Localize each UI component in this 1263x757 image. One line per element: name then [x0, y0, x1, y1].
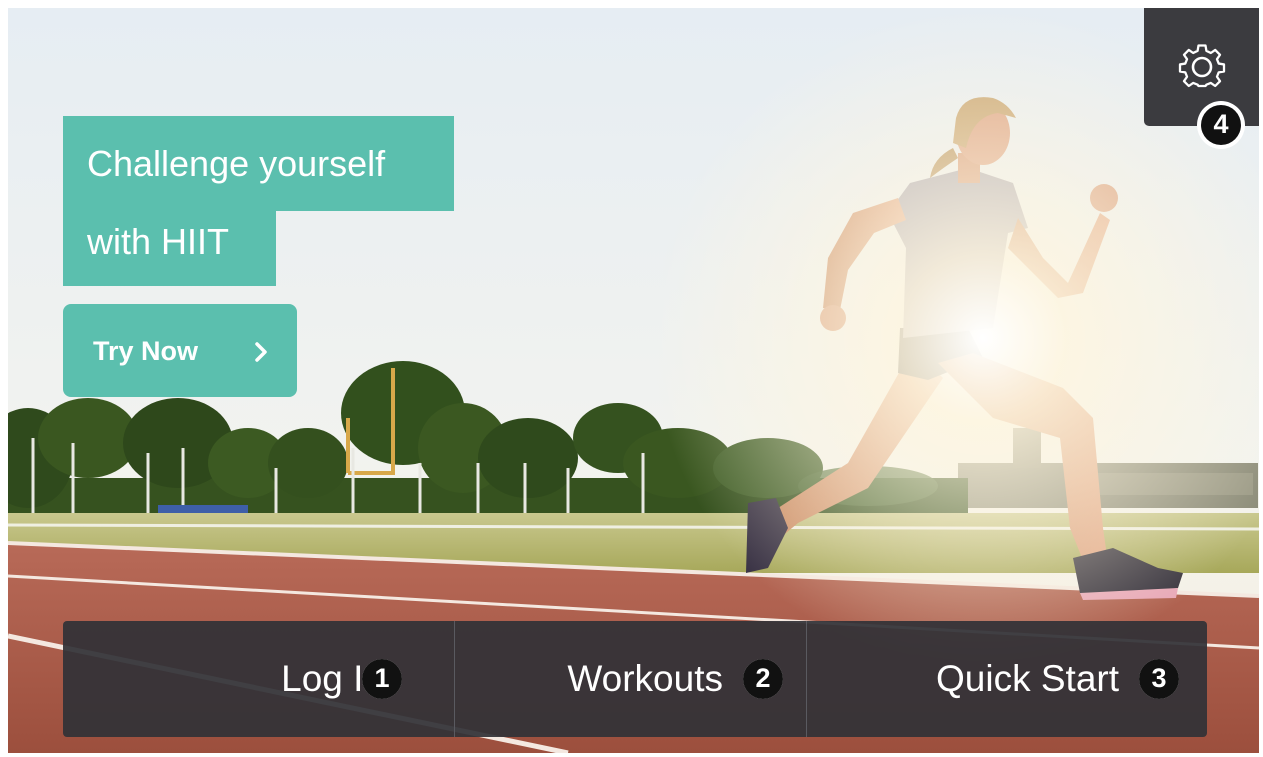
- bottom-nav-bar: Log In 1 Workouts 2 Quick Start 3: [63, 621, 1207, 737]
- workouts-label: Workouts: [567, 658, 723, 699]
- callout-badge-2: 2: [743, 659, 783, 699]
- headline-line-1-text: Challenge yourself: [87, 143, 386, 184]
- quick-start-label: Quick Start: [936, 658, 1119, 699]
- quick-start-button[interactable]: Quick Start 3: [807, 621, 1207, 737]
- callout-badge-3-text: 3: [1151, 663, 1167, 693]
- log-in-button[interactable]: Log In 1: [63, 621, 454, 737]
- settings-button[interactable]: [1144, 8, 1259, 126]
- headline-line-2-text: with HIIT: [87, 221, 230, 262]
- callout-badge-1: 1: [362, 659, 402, 699]
- chevron-right-icon: [255, 342, 267, 362]
- callout-badge-4-text: 4: [1213, 109, 1229, 139]
- callout-badge-1-text: 1: [374, 663, 390, 693]
- callout-badge-4: 4: [1197, 101, 1245, 149]
- gear-icon: [1178, 44, 1226, 88]
- headline-line-2: with HIIT: [63, 208, 276, 286]
- workouts-button[interactable]: Workouts 2: [455, 621, 806, 737]
- callout-badge-2-text: 2: [755, 663, 771, 693]
- callout-badge-3: 3: [1139, 659, 1179, 699]
- headline-line-1: Challenge yourself: [63, 116, 454, 211]
- try-now-button[interactable]: Try Now: [63, 304, 297, 397]
- try-now-label: Try Now: [93, 336, 199, 366]
- home-screen: Challenge yourself with HIIT Try Now 4 L…: [8, 8, 1259, 753]
